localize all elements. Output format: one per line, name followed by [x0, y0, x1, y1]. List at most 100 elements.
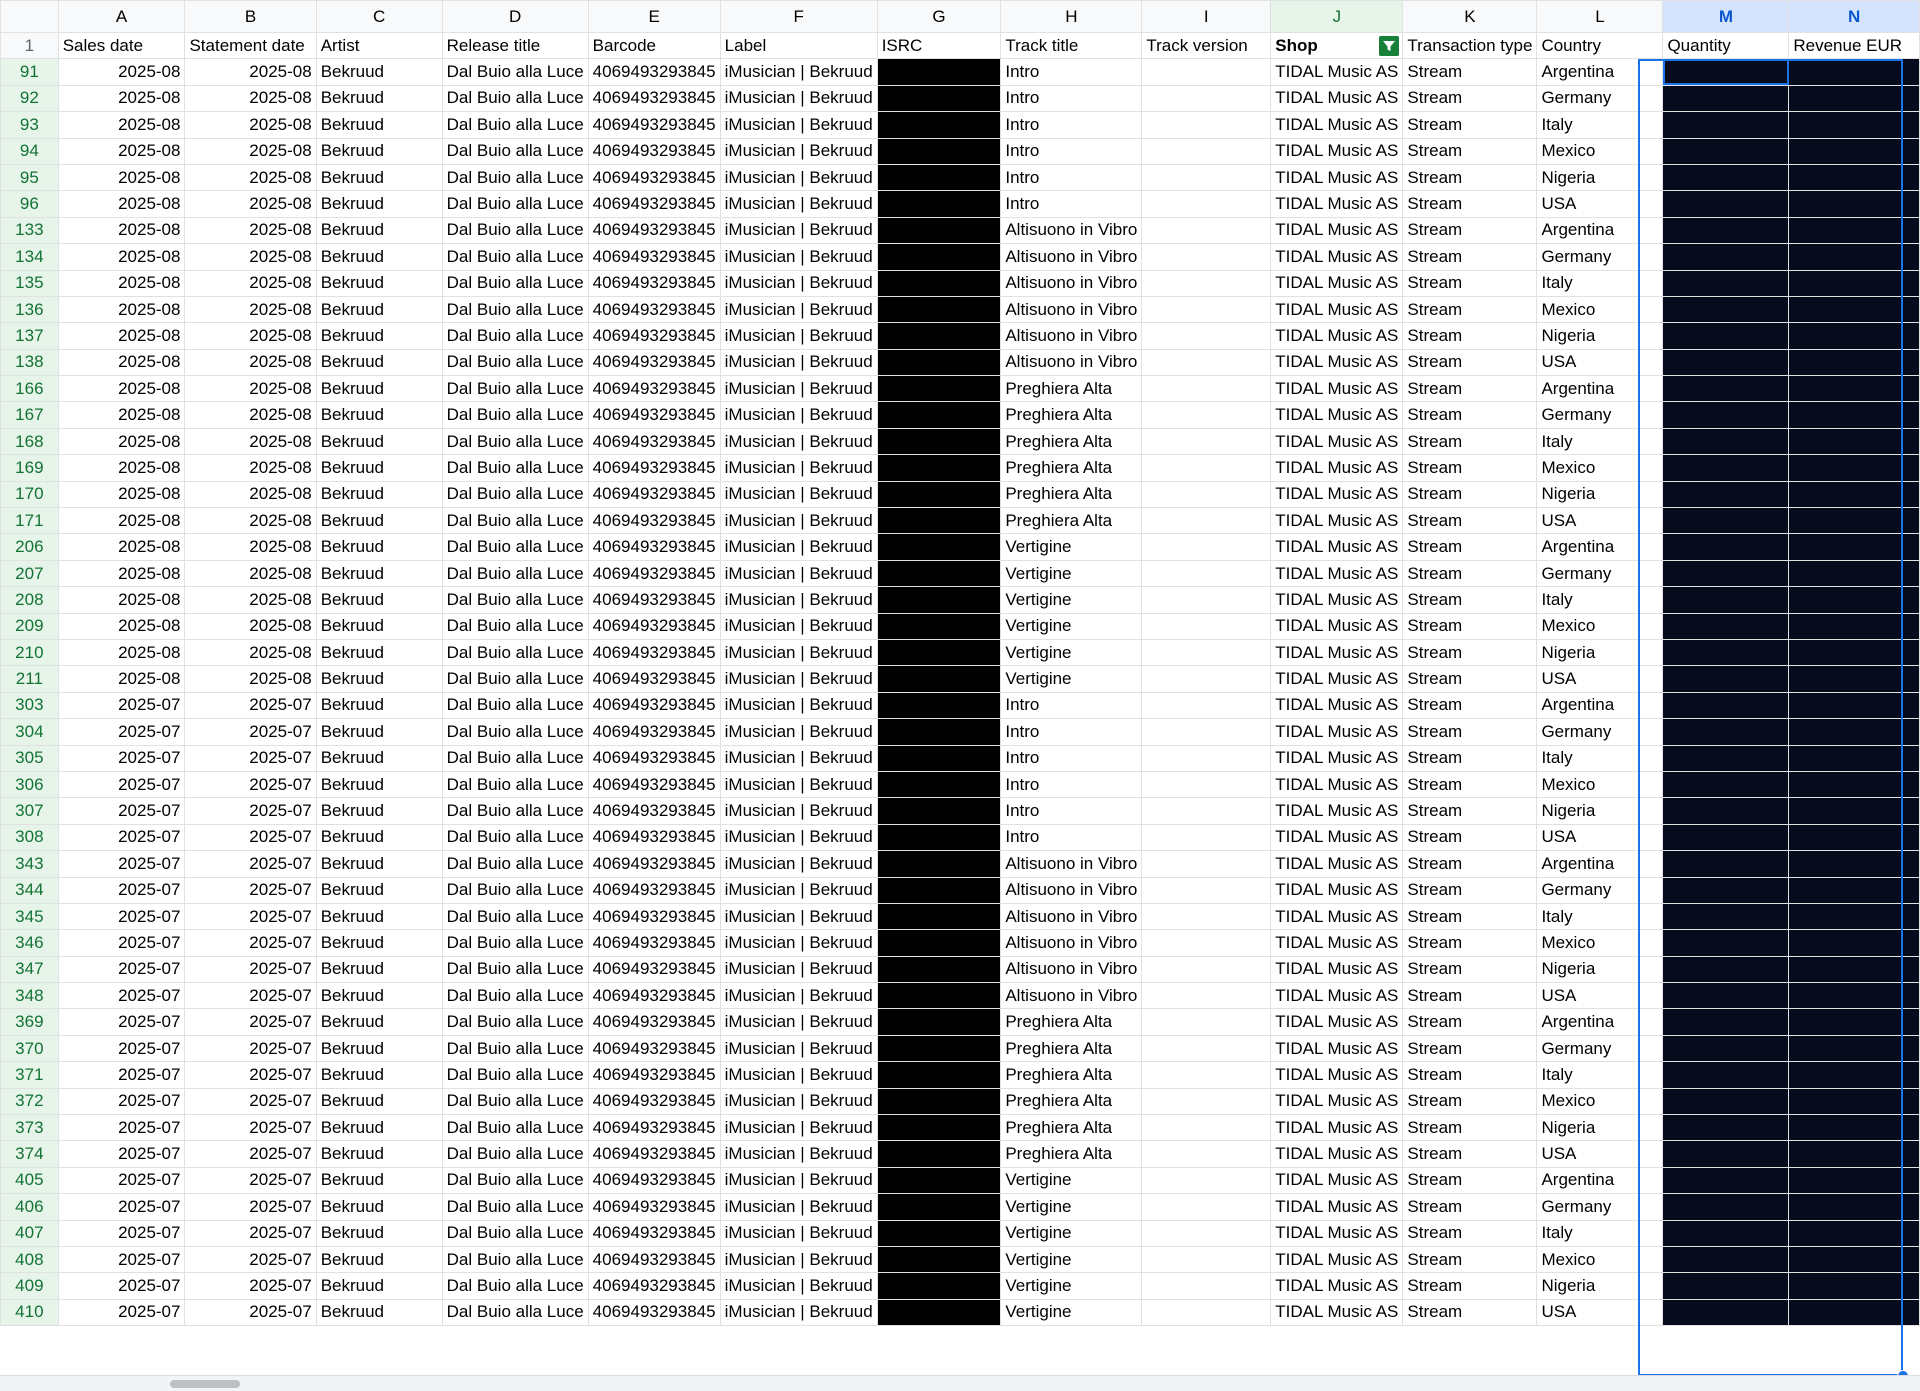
cell-barcode[interactable]: 4069493293845 [587, 1034, 721, 1063]
cell-artist[interactable]: Bekruud [315, 638, 443, 667]
cell-transaction-type[interactable]: Stream [1402, 1008, 1538, 1036]
cell-artist[interactable]: Bekruud [315, 1087, 443, 1116]
spreadsheet-grid[interactable]: ABCDEFGHIJKLMN 1 Sales date Statement date… [0, 0, 1920, 1391]
cell-track-title[interactable]: Preghiera Alta [1000, 1140, 1143, 1168]
cell-revenue-eur[interactable] [1788, 507, 1920, 535]
cell-isrc-redacted[interactable] [876, 243, 1002, 271]
cell-sales-date[interactable]: 2025-07 [57, 1140, 186, 1168]
cell-country[interactable]: USA [1536, 190, 1664, 218]
row-number[interactable]: 96 [0, 190, 59, 218]
cell-revenue-eur[interactable] [1788, 269, 1920, 297]
table-row[interactable]: 211 2025-08 2025-08 Bekruud Dal Buio alla Lu… [0, 665, 1920, 693]
cell-revenue-eur[interactable] [1788, 770, 1920, 799]
cell-release-title[interactable]: Dal Buio alla Luce [441, 507, 589, 535]
table-row[interactable]: 91 2025-08 2025-08 Bekruud Dal Buio alla Luc… [0, 58, 1920, 86]
cell-barcode[interactable]: 4069493293845 [587, 375, 721, 403]
cell-track-version[interactable] [1141, 850, 1272, 878]
table-row[interactable]: 135 2025-08 2025-08 Bekruud Dal Buio alla Lu… [0, 269, 1920, 297]
row-number[interactable]: 306 [0, 770, 59, 799]
cell-track-title[interactable]: Intro [1000, 58, 1143, 86]
cell-track-title[interactable]: Altisuono in Vibro [1000, 876, 1143, 904]
cell-transaction-type[interactable]: Stream [1402, 770, 1538, 799]
cell-track-title[interactable]: Vertigine [1000, 586, 1143, 614]
cell-track-title[interactable]: Intro [1000, 111, 1143, 139]
table-row[interactable]: 207 2025-08 2025-08 Bekruud Dal Buio alla Lu… [0, 559, 1920, 588]
cell-artist[interactable]: Bekruud [315, 1166, 443, 1195]
cell-label[interactable]: iMusician | Bekruud [719, 559, 878, 588]
table-row[interactable]: 92 2025-08 2025-08 Bekruud Dal Buio alla Luc… [0, 84, 1920, 113]
cell-isrc-redacted[interactable] [876, 295, 1002, 324]
header-cell-n[interactable]: Revenue EUR [1788, 31, 1920, 60]
cell-quantity[interactable] [1662, 823, 1790, 852]
cell-track-version[interactable] [1141, 982, 1272, 1010]
table-row[interactable]: 405 2025-07 2025-07 Bekruud Dal Buio alla Lu… [0, 1166, 1920, 1195]
row-number[interactable]: 133 [0, 216, 59, 245]
cell-track-version[interactable] [1141, 1140, 1272, 1168]
cell-label[interactable]: iMusician | Bekruud [719, 770, 878, 799]
table-row[interactable]: 369 2025-07 2025-07 Bekruud Dal Buio alla Lu… [0, 1008, 1920, 1036]
cell-barcode[interactable]: 4069493293845 [587, 612, 721, 640]
cell-shop[interactable]: TIDAL Music AS [1270, 163, 1404, 192]
cell-shop[interactable]: TIDAL Music AS [1270, 137, 1404, 165]
cell-sales-date[interactable]: 2025-07 [57, 902, 186, 931]
cell-statement-date[interactable]: 2025-07 [184, 1298, 317, 1327]
cell-country[interactable]: Argentina [1536, 58, 1664, 86]
row-number[interactable]: 135 [0, 269, 59, 297]
cell-track-version[interactable] [1141, 111, 1272, 139]
cell-quantity[interactable] [1662, 1061, 1790, 1089]
cell-revenue-eur[interactable] [1788, 243, 1920, 271]
cell-country[interactable]: Germany [1536, 1034, 1664, 1063]
row-number[interactable]: 343 [0, 850, 59, 878]
cell-country[interactable]: Nigeria [1536, 163, 1664, 192]
cell-shop[interactable]: TIDAL Music AS [1270, 876, 1404, 904]
cell-release-title[interactable]: Dal Buio alla Luce [441, 216, 589, 245]
cell-barcode[interactable]: 4069493293845 [587, 1140, 721, 1168]
cell-isrc-redacted[interactable] [876, 454, 1002, 482]
table-row[interactable]: 344 2025-07 2025-07 Bekruud Dal Buio alla Lu… [0, 876, 1920, 904]
cell-revenue-eur[interactable] [1788, 902, 1920, 931]
cell-revenue-eur[interactable] [1788, 1219, 1920, 1247]
cell-artist[interactable]: Bekruud [315, 243, 443, 271]
cell-transaction-type[interactable]: Stream [1402, 216, 1538, 245]
cell-revenue-eur[interactable] [1788, 1140, 1920, 1168]
cell-shop[interactable]: TIDAL Music AS [1270, 797, 1404, 825]
cell-label[interactable]: iMusician | Bekruud [719, 163, 878, 192]
horizontal-scrollbar-thumb[interactable] [170, 1380, 240, 1388]
header-cell-c[interactable]: Artist [315, 31, 443, 60]
cell-release-title[interactable]: Dal Buio alla Luce [441, 929, 589, 957]
cell-transaction-type[interactable]: Stream [1402, 243, 1538, 271]
header-cell-k[interactable]: Transaction type [1402, 31, 1538, 60]
cell-label[interactable]: iMusician | Bekruud [719, 480, 878, 509]
cell-statement-date[interactable]: 2025-08 [184, 533, 317, 561]
cell-artist[interactable]: Bekruud [315, 533, 443, 561]
cell-revenue-eur[interactable] [1788, 401, 1920, 429]
cell-shop[interactable]: TIDAL Music AS [1270, 955, 1404, 984]
cell-label[interactable]: iMusician | Bekruud [719, 612, 878, 640]
cell-isrc-redacted[interactable] [876, 163, 1002, 192]
cell-quantity[interactable] [1662, 586, 1790, 614]
cell-isrc-redacted[interactable] [876, 1166, 1002, 1195]
row-number[interactable]: 304 [0, 718, 59, 746]
cell-country[interactable]: Germany [1536, 718, 1664, 746]
cell-transaction-type[interactable]: Stream [1402, 1114, 1538, 1142]
cell-transaction-type[interactable]: Stream [1402, 982, 1538, 1010]
cell-isrc-redacted[interactable] [876, 1219, 1002, 1247]
cell-artist[interactable]: Bekruud [315, 850, 443, 878]
cell-label[interactable]: iMusician | Bekruud [719, 1008, 878, 1036]
cell-statement-date[interactable]: 2025-07 [184, 1272, 317, 1300]
table-row[interactable]: 166 2025-08 2025-08 Bekruud Dal Buio alla Lu… [0, 375, 1920, 403]
cell-artist[interactable]: Bekruud [315, 1061, 443, 1089]
cell-isrc-redacted[interactable] [876, 58, 1002, 86]
cell-track-version[interactable] [1141, 243, 1272, 271]
cell-barcode[interactable]: 4069493293845 [587, 929, 721, 957]
cell-isrc-redacted[interactable] [876, 533, 1002, 561]
cell-quantity[interactable] [1662, 190, 1790, 218]
cell-track-version[interactable] [1141, 638, 1272, 667]
cell-barcode[interactable]: 4069493293845 [587, 1298, 721, 1327]
cell-isrc-redacted[interactable] [876, 1298, 1002, 1327]
cell-release-title[interactable]: Dal Buio alla Luce [441, 375, 589, 403]
cell-country[interactable]: Mexico [1536, 612, 1664, 640]
cell-label[interactable]: iMusician | Bekruud [719, 1298, 878, 1327]
cell-revenue-eur[interactable] [1788, 665, 1920, 693]
cell-sales-date[interactable]: 2025-07 [57, 1219, 186, 1247]
